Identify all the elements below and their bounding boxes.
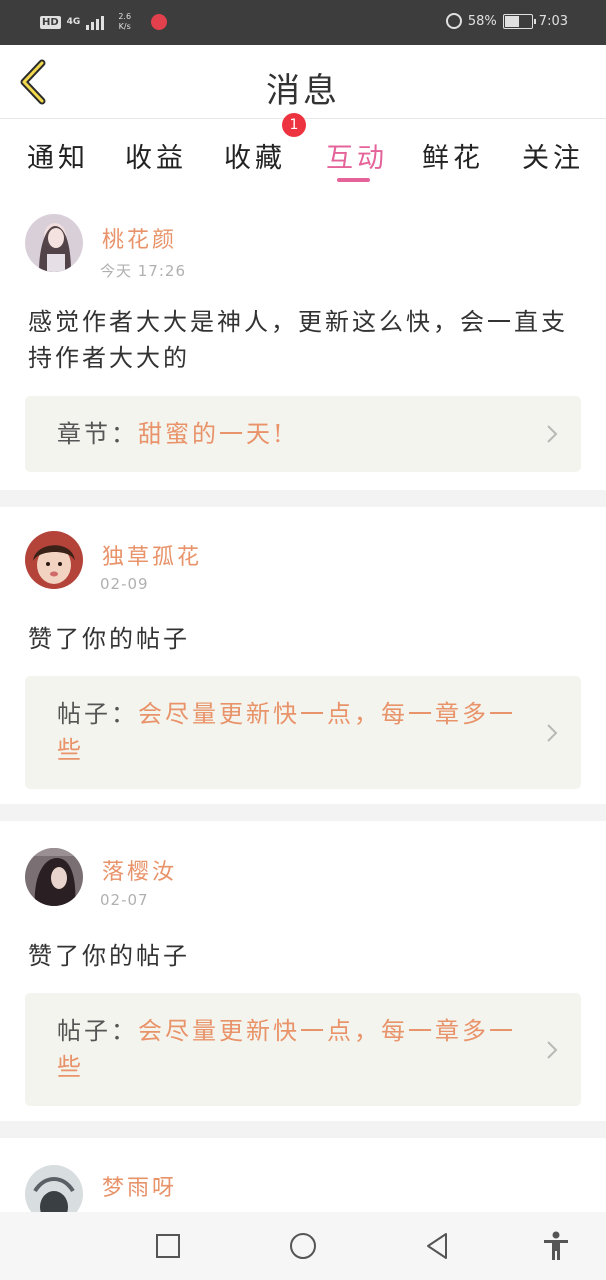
tab-earnings[interactable]: 收益 [125,136,187,175]
system-nav-bar [0,1212,606,1280]
clock: 7:03 [538,13,568,29]
chapter-link[interactable]: 章节：甜蜜的一天! [25,396,581,472]
status-right: 58% 7:03 [445,13,568,29]
reference-label: 帖子： [57,1017,138,1045]
speed-value: 2.6 [118,12,132,21]
username[interactable]: 独草孤花 [102,539,202,571]
post-link[interactable]: 帖子：会尽量更新快一点，每一章多一些 [25,676,581,789]
reference-value: 甜蜜的一天! [138,420,286,448]
speed-unit: K/s [118,22,131,31]
data-saver-icon [445,13,462,29]
battery-icon [502,13,536,29]
chevron-right-icon [547,425,558,443]
tab-interactions[interactable]: 互动 [326,136,388,175]
accessibility-icon[interactable] [540,1230,572,1262]
divider [0,1121,606,1138]
username[interactable]: 落樱汝 [102,854,177,886]
reference-text: 帖子：会尽量更新快一点，每一章多一些 [57,696,527,768]
status-bar: HD 4G 2.6 K/s 58% 7:03 [0,0,606,45]
username[interactable]: 梦雨呀 [102,1170,177,1202]
divider [0,490,606,507]
status-left: HD 4G 2.6 K/s [40,12,168,32]
tab-flowers[interactable]: 鲜花 [422,136,484,175]
reference-label: 帖子： [57,700,138,728]
tab-following[interactable]: 关注 [522,136,584,175]
reference-text: 帖子：会尽量更新快一点，每一章多一些 [57,1013,527,1085]
message-content: 赞了你的帖子 [28,625,190,653]
divider [0,804,606,821]
reference-label: 章节： [57,420,138,448]
post-link[interactable]: 帖子：会尽量更新快一点，每一章多一些 [25,993,581,1106]
timestamp: 02-09 [100,575,149,593]
battery-fill [504,15,520,27]
message-content: 感觉作者大大是神人，更新这么快，会一直支持作者大大的 [28,308,568,372]
message-card: 落樱汝 02-07 赞了你的帖子 帖子：会尽量更新快一点，每一章多一些 [0,821,606,1121]
tab-notifications[interactable]: 通知 [27,136,89,175]
page-title: 消息 [266,71,340,111]
circle-icon[interactable] [287,1230,319,1262]
signal-icon [86,15,105,30]
avatar[interactable] [25,848,83,906]
network-type: 4G [66,16,81,27]
avatar[interactable] [25,214,83,272]
avatar[interactable] [25,531,83,589]
message-card: 梦雨呀 [0,1138,606,1212]
square-icon[interactable] [152,1230,184,1262]
chevron-right-icon [547,1041,558,1059]
chevron-right-icon [547,724,558,742]
username[interactable]: 桃花颜 [102,222,177,254]
timestamp: 今天 17:26 [100,262,186,280]
active-tab-indicator [337,178,370,182]
app-notification-icon [151,14,168,30]
tab-favorites[interactable]: 收藏 [224,136,286,175]
hd-indicator: HD [40,15,61,29]
battery-percent: 58% [467,13,497,29]
timestamp: 02-07 [100,891,149,909]
message-card: 桃花颜 今天 17:26 感觉作者大大是神人，更新这么快，会一直支持作者大大的 … [0,190,606,490]
triangle-back-icon[interactable] [422,1230,454,1262]
header: 消息 [0,45,606,119]
message-content: 赞了你的帖子 [28,942,190,970]
avatar[interactable] [25,1165,83,1212]
network-speed: 2.6 K/s [118,12,131,32]
reference-text: 章节：甜蜜的一天! [57,416,527,452]
favorites-badge: 1 [282,113,306,137]
message-card: 独草孤花 02-09 赞了你的帖子 帖子：会尽量更新快一点，每一章多一些 [0,507,606,804]
